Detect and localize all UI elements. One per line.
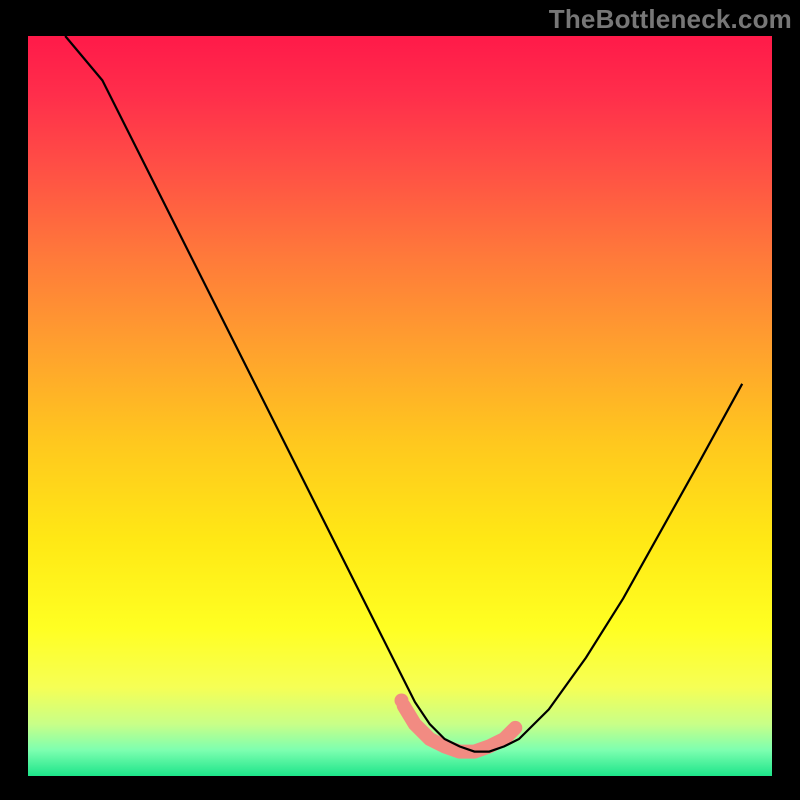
chart-canvas [0, 0, 800, 800]
highlight-dot [395, 694, 409, 708]
gradient-background [28, 36, 772, 776]
watermark-text: TheBottleneck.com [549, 4, 792, 35]
chart-frame: TheBottleneck.com [0, 0, 800, 800]
